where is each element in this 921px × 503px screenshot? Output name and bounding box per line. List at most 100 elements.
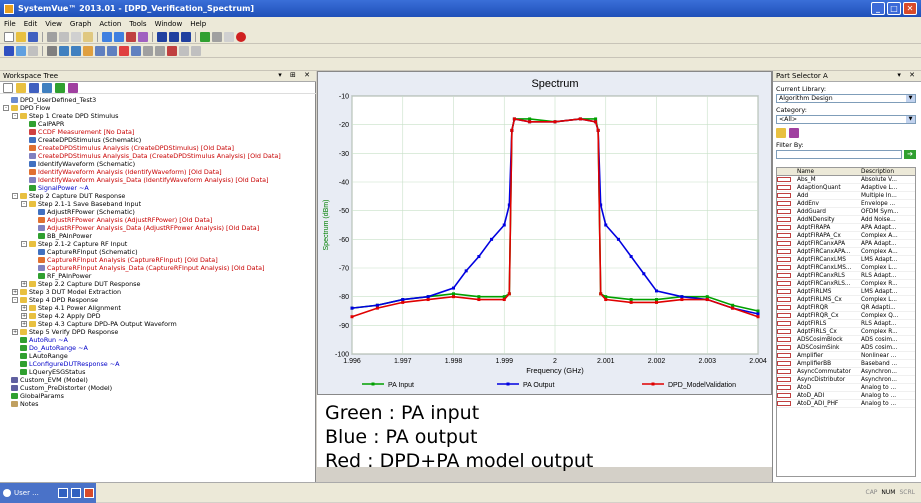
manage-library-icon[interactable] <box>789 128 799 138</box>
marker-icon[interactable] <box>119 45 129 56</box>
part-panel-controls-icon[interactable]: ▾ ✕ <box>897 71 918 79</box>
category-select[interactable]: <All> ▼ <box>776 115 916 124</box>
apply-filter-icon[interactable]: ➔ <box>904 150 916 159</box>
part-row[interactable]: Amplifier Nonlinear ... <box>777 352 915 360</box>
library-icon[interactable] <box>126 31 136 42</box>
current-library-select[interactable]: Algorithm Design ▼ <box>776 94 916 103</box>
expand-icon[interactable]: + <box>21 321 27 327</box>
collapse-icon[interactable]: - <box>21 241 27 247</box>
part-row[interactable]: AsyncCommutator Asynchron... <box>777 368 915 376</box>
save-workspace-icon[interactable] <box>29 82 39 93</box>
tree-item[interactable]: LAutoRange <box>12 352 68 360</box>
spectrum-graph[interactable]: Spectrum 1.996 1.997 1.998 1.999 2 2.001 2.002 2… <box>317 71 772 395</box>
tree-item[interactable]: + Step 4.3 Capture DPD-PA Output Waveform <box>21 320 177 328</box>
tree-item[interactable]: + Step 5 Verify DPD Response <box>12 328 118 336</box>
part-row[interactable]: AdptFIRAPA_Cx Complex A... <box>777 232 915 240</box>
zoom-out-icon[interactable] <box>71 45 81 56</box>
tree-item[interactable]: SignalPower ~A <box>21 184 89 192</box>
layout-3-icon[interactable] <box>181 31 191 42</box>
tree-item[interactable]: IdentifyWaveform Analysis (IdentifyWavef… <box>21 168 222 176</box>
list-icon[interactable] <box>28 45 38 56</box>
part-row[interactable]: AsyncDistributor Asynchron... <box>777 376 915 384</box>
tree-item[interactable]: + Step 3 DUT Model Extraction <box>12 288 121 296</box>
layout-2-icon[interactable] <box>169 31 179 42</box>
part-row[interactable]: AtoD Analog to ... <box>777 384 915 392</box>
part-row[interactable]: Abs_M Absolute V... <box>777 176 915 184</box>
tree-item[interactable]: Custom_PreDistorter (Model) <box>3 384 112 392</box>
reset-icon[interactable] <box>191 45 201 56</box>
tree-item[interactable]: - Step 2.1-2 Capture RF Input <box>21 240 127 248</box>
column-name[interactable]: Name <box>797 168 861 175</box>
pause-icon[interactable] <box>224 31 234 42</box>
layout-icon[interactable] <box>157 31 167 42</box>
tree-item[interactable]: Custom_EVM (Model) <box>3 376 88 384</box>
part-row[interactable]: AddEnv Envelope ... <box>777 200 915 208</box>
tree-item[interactable]: LConfigureDUTResponse ~A <box>12 360 120 368</box>
part-row[interactable]: AdptFIRCanxRLS... Complex R... <box>777 280 915 288</box>
expand-icon[interactable]: + <box>21 281 27 287</box>
tree-item[interactable]: - Step 2 Capture DUT Response <box>12 192 125 200</box>
part-row[interactable]: AmplifierBB Baseband ... <box>777 360 915 368</box>
part-row[interactable]: AdaptionQuant Adaptive L... <box>777 184 915 192</box>
tree-item[interactable]: Notes <box>3 400 38 408</box>
part-row[interactable]: AdptFIRLS RLS Adapt... <box>777 320 915 328</box>
delete-marker-icon[interactable] <box>167 45 177 56</box>
tree-item[interactable]: RF_PAInPower <box>30 272 91 280</box>
part-row[interactable]: AtoD_ADI_PHF Analog to ... <box>777 400 915 408</box>
tree-item[interactable]: + Step 2.2 Capture DUT Response <box>21 280 140 288</box>
tree-item[interactable]: + Step 4.1 Power Alignment <box>21 304 121 312</box>
tree-item[interactable]: GlobalParams <box>3 392 64 400</box>
pan-icon[interactable] <box>83 45 93 56</box>
add-item-icon[interactable] <box>3 82 13 93</box>
arrow-icon[interactable] <box>4 45 14 56</box>
table-icon[interactable] <box>107 45 117 56</box>
menu-view[interactable]: View <box>45 20 62 28</box>
tree-item[interactable]: BB_PAInPower <box>30 232 92 240</box>
collapse-icon[interactable]: - <box>21 201 27 207</box>
close-button[interactable]: ✕ <box>903 2 917 15</box>
tree-item[interactable]: CalPAPR <box>21 120 64 128</box>
tree-item[interactable]: CreateDPDStimulus Analysis_Data (CreateD… <box>21 152 281 160</box>
part-row[interactable]: Add Multiple In... <box>777 192 915 200</box>
tree-item[interactable]: CreateDPDStimulus (Schematic) <box>21 136 141 144</box>
tree-item[interactable]: LQueryESGStatus <box>12 368 85 376</box>
tree-item[interactable]: AdjustRFPower (Schematic) <box>30 208 135 216</box>
expand-icon[interactable]: + <box>12 289 18 295</box>
stop-icon[interactable] <box>236 31 246 42</box>
filter-input[interactable] <box>776 150 902 159</box>
tree-item[interactable]: CaptureRFInput Analysis (CaptureRFInput)… <box>30 256 218 264</box>
collapse-icon[interactable]: - <box>12 193 18 199</box>
tree-item[interactable]: CreateDPDStimulus Analysis (CreateDPDSti… <box>21 144 234 152</box>
text-icon[interactable] <box>155 45 165 56</box>
panel-controls-icon[interactable]: ▾ ⊞ ✕ <box>278 71 313 79</box>
part-row[interactable]: ADSCosimBlock ADS cosim... <box>777 336 915 344</box>
chart-icon[interactable] <box>95 45 105 56</box>
part-icon[interactable] <box>138 31 148 42</box>
tile-icon[interactable] <box>71 488 81 498</box>
menu-tools[interactable]: Tools <box>129 20 146 28</box>
part-row[interactable]: ADSCosimSink ADS cosim... <box>777 344 915 352</box>
part-row[interactable]: AdptFIRCanxLMS... Complex L... <box>777 264 915 272</box>
run-icon[interactable] <box>200 31 210 42</box>
expand-icon[interactable]: + <box>21 313 27 319</box>
menu-graph[interactable]: Graph <box>70 20 91 28</box>
part-row[interactable]: AtoD_ADI Analog to ... <box>777 392 915 400</box>
move-icon[interactable] <box>179 45 189 56</box>
pointer-icon[interactable] <box>47 45 57 56</box>
new-graph-icon[interactable] <box>42 82 52 93</box>
tree-item[interactable]: AdjustRFPower Analysis_Data (AdjustRFPow… <box>30 224 259 232</box>
column-description[interactable]: Description <box>861 168 913 175</box>
tree-item[interactable]: CaptureRFInput Analysis_Data (CaptureRFI… <box>30 264 265 272</box>
part-row[interactable]: AdptFIRQR_Cx Complex Q... <box>777 312 915 320</box>
part-row[interactable]: AdptFIRCanxLMS LMS Adapt... <box>777 256 915 264</box>
redo-icon[interactable] <box>114 31 124 42</box>
collapse-icon[interactable]: - <box>12 113 18 119</box>
save-icon[interactable] <box>28 31 38 42</box>
menu-action[interactable]: Action <box>99 20 121 28</box>
menu-window[interactable]: Window <box>155 20 183 28</box>
expand-icon[interactable]: + <box>21 305 27 311</box>
folder-add-icon[interactable] <box>16 82 26 93</box>
menu-edit[interactable]: Edit <box>24 20 38 28</box>
collapse-icon[interactable]: - <box>12 297 18 303</box>
collapse-icon[interactable]: - <box>3 105 9 111</box>
